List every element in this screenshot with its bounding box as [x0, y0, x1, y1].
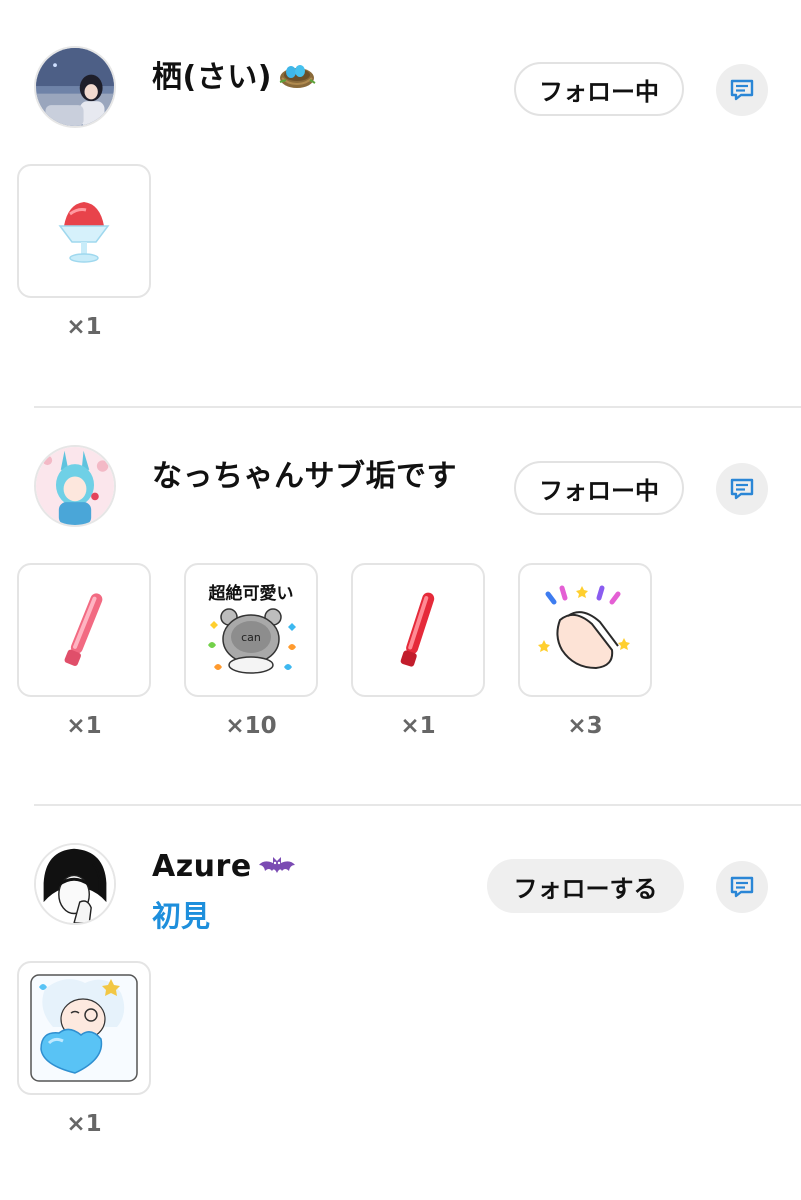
chat-bubble-icon: [730, 478, 754, 500]
follow-button[interactable]: フォロー中: [514, 461, 684, 515]
username[interactable]: なっちゃんサブ垢です: [152, 451, 457, 495]
username-text: Azure: [152, 849, 252, 884]
sticker-text: 超絶可愛い: [209, 583, 294, 604]
message-button[interactable]: [716, 463, 768, 515]
gift-item[interactable]: [17, 164, 151, 298]
follow-button-label: フォロー中: [539, 77, 659, 106]
gift-list: ×1: [0, 164, 801, 344]
username[interactable]: 栖(さい): [152, 52, 316, 96]
nest-with-eggs-icon: [279, 65, 316, 88]
gift-count: ×1: [66, 314, 102, 340]
gift-item[interactable]: 超絶可愛い can: [184, 563, 318, 697]
avatar[interactable]: [34, 445, 116, 527]
anime-heart-sticker-icon: [30, 974, 138, 1082]
follow-button-label: フォロー中: [539, 476, 659, 505]
follow-button-label: フォローする: [513, 874, 658, 903]
clapping-hands-icon: [538, 585, 630, 670]
username[interactable]: Azure: [152, 849, 296, 884]
bat-icon: [258, 856, 295, 873]
red-glowstick-icon: [400, 592, 435, 667]
gift-count: ×1: [400, 713, 436, 739]
gift-item[interactable]: [17, 961, 151, 1095]
follow-button[interactable]: フォロー中: [514, 62, 684, 116]
message-button[interactable]: [716, 64, 768, 116]
shaved-ice-icon: [58, 202, 110, 263]
username-text: 栖(さい): [152, 60, 272, 95]
gift-count: ×3: [567, 713, 603, 739]
gift-item[interactable]: [351, 563, 485, 697]
gift-count: ×1: [66, 1111, 102, 1137]
avatar[interactable]: [34, 46, 116, 128]
divider: [34, 406, 801, 408]
avatar[interactable]: [34, 843, 116, 925]
chat-bubble-icon: [730, 876, 754, 898]
follow-button[interactable]: フォローする: [487, 859, 684, 913]
message-button[interactable]: [716, 861, 768, 913]
username-text: なっちゃんサブ垢です: [152, 459, 457, 494]
gift-count: ×10: [225, 713, 277, 739]
first-visit-badge: 初見: [152, 899, 211, 933]
bear-sticker-icon: 超絶可愛い can: [208, 583, 296, 674]
gift-item[interactable]: [17, 563, 151, 697]
chat-bubble-icon: [730, 79, 754, 101]
gift-count: ×1: [66, 713, 102, 739]
svg-text:can: can: [241, 631, 261, 644]
gift-item[interactable]: [518, 563, 652, 697]
divider: [34, 804, 801, 806]
pink-glowstick-icon: [64, 593, 103, 667]
gift-list: ×1: [0, 961, 801, 1141]
gift-list: ×1 超絶可愛い can ×10 ×1 ×3: [0, 563, 801, 743]
